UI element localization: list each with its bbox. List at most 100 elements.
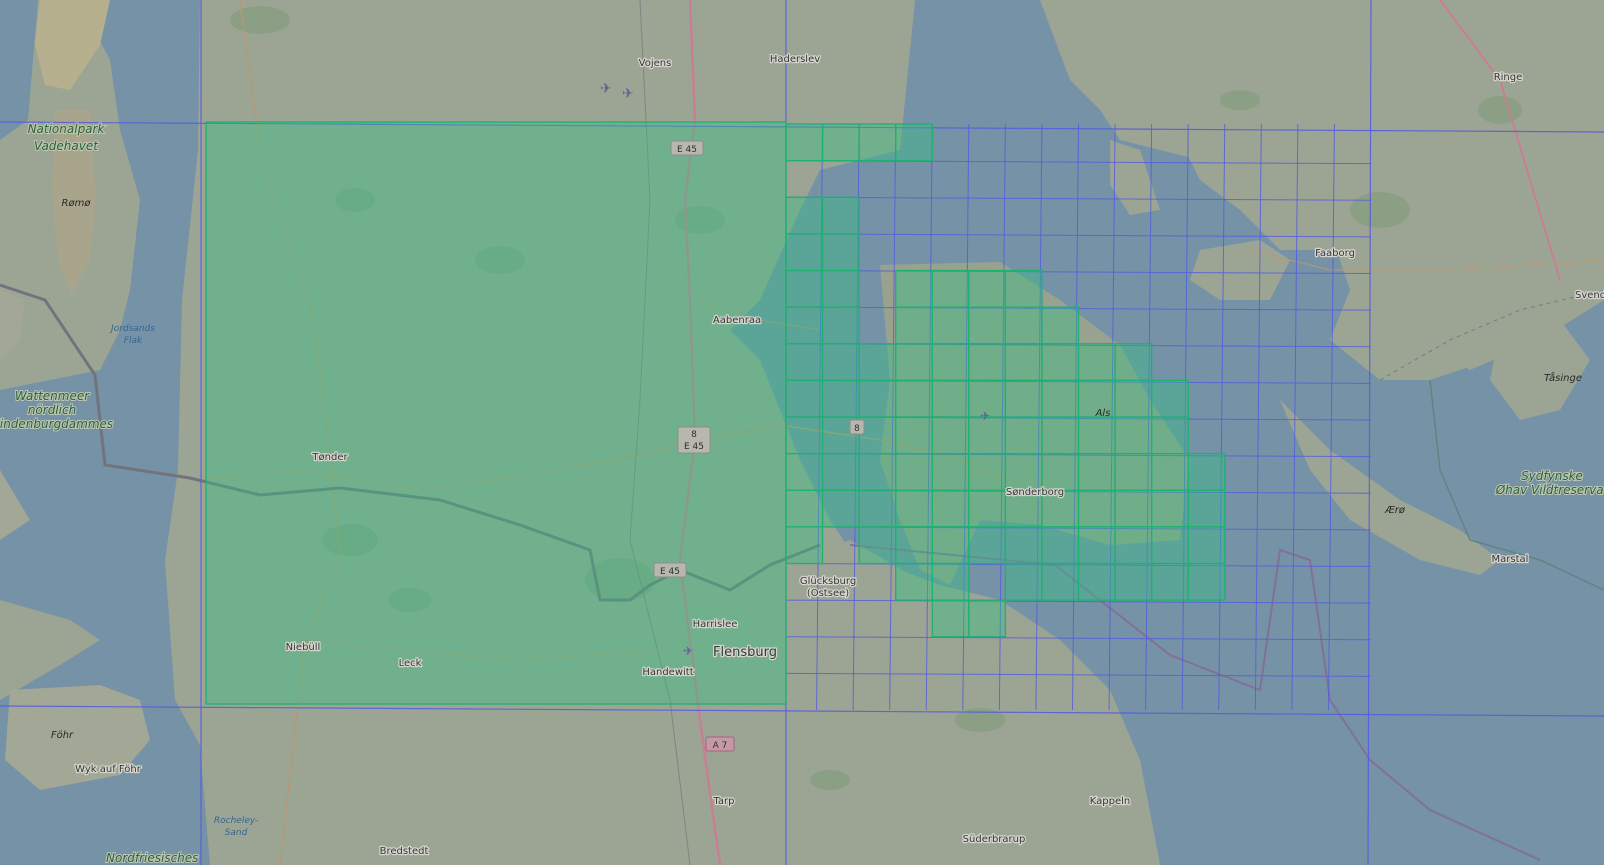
road-shield-e45: E 45 (653, 562, 687, 578)
water-label-rocheley: Sand (225, 828, 248, 838)
area-label-wattenmeer: Hindenburgdammes (0, 417, 113, 431)
place-label-suderbrarup[interactable]: Süderbrarup (961, 833, 1026, 847)
area-label-sydfynske: Øhav Vildtreservat (1495, 483, 1604, 497)
coverage-tile (821, 123, 860, 162)
coverage-tile (895, 123, 933, 162)
place-label-romo[interactable]: Rømø (62, 198, 92, 209)
coverage-tile (785, 489, 824, 528)
coverage-tile (1114, 452, 1153, 491)
coverage-tile (858, 379, 897, 418)
coverage-tile (821, 379, 860, 418)
place-label-bredstedt[interactable]: Bredstedt (378, 845, 429, 859)
coverage-tile (895, 562, 933, 601)
place-label-aero[interactable]: Ærø (1384, 505, 1406, 516)
coverage-tile (1150, 452, 1189, 491)
coverage-tile (1041, 306, 1080, 345)
coverage-tile (1150, 562, 1189, 601)
coverage-tile (1004, 526, 1043, 565)
coverage-tile (1114, 526, 1153, 565)
place-label-wyk[interactable]: Wyk auf Föhr (74, 763, 143, 777)
airport-icon: ✈ (622, 86, 634, 102)
coverage-tile (1077, 526, 1116, 565)
place-label-vojens[interactable]: Vojens (637, 57, 672, 71)
road-shield-label: 8 (691, 430, 697, 440)
road-shield-label: A 7 (713, 741, 728, 751)
coverage-tile (931, 452, 970, 491)
coverage-tile (1187, 489, 1226, 528)
place-label-marstal[interactable]: Marstal (1490, 553, 1529, 567)
road-shield-label: 8 (854, 424, 860, 434)
coverage-tile (1004, 379, 1043, 418)
water-label-rocheley: Rocheley- (214, 816, 258, 826)
airport-icon: ✈ (980, 409, 990, 423)
coverage-tile (931, 489, 970, 528)
coverage-tile (1077, 416, 1116, 455)
coverage-tile (821, 233, 860, 272)
coverage-tile (968, 599, 1007, 638)
place-label-ringe[interactable]: Ringe (1492, 71, 1523, 85)
place-label-tasinge[interactable]: Tåsinge (1544, 371, 1582, 384)
area-label-nordfriesisches: Nordfriesisches (106, 851, 198, 865)
road-shield-8-e45: 8 E 45 (677, 426, 711, 454)
coverage-tile (821, 269, 860, 308)
coverage-tile (1114, 562, 1153, 601)
place-label-fohr[interactable]: Föhr (51, 730, 74, 741)
coverage-tile (1187, 526, 1226, 565)
place-label-leck[interactable]: Leck (397, 657, 423, 671)
place-label-kappeln[interactable]: Kappeln (1089, 795, 1132, 809)
coverage-tile (785, 526, 824, 565)
coverage-tile (1114, 343, 1153, 382)
coverage-tile (968, 306, 1007, 345)
place-label-aabenraa[interactable]: Aabenraa (712, 314, 763, 328)
coverage-tile (821, 306, 860, 345)
coverage-tile (895, 416, 933, 455)
place-label-glucksburg[interactable]: Glücksburg (799, 575, 858, 589)
road-shield-a7: A 7 (705, 736, 735, 752)
area-label-sydfynske: Sydfynske (1521, 469, 1583, 483)
place-label-tonder[interactable]: Tønder (310, 451, 350, 465)
place-label-als[interactable]: Als (1095, 408, 1111, 419)
place-label-handewitt[interactable]: Handewitt (641, 666, 695, 680)
coverage-tile (785, 123, 824, 162)
place-label-harrislee[interactable]: Harrislee (691, 618, 738, 632)
coverage-tile (895, 526, 933, 565)
coverage-tile (1077, 489, 1116, 528)
coverage-tile (785, 196, 824, 235)
coverage-tile (1041, 562, 1080, 601)
coverage-tile (1187, 562, 1226, 601)
place-label-flensburg[interactable]: Flensburg (712, 644, 778, 662)
place-label-glucksburg-sub[interactable]: (Ostsee) (806, 587, 851, 601)
coverage-tile (931, 562, 970, 601)
place-label-sonderborg[interactable]: Sønderborg (1005, 486, 1066, 500)
road-shield-e45: E 45 (670, 140, 704, 156)
coverage-tile (1041, 452, 1080, 491)
place-label-svendborg[interactable]: Svend (1574, 289, 1604, 303)
place-label-faaborg[interactable]: Faaborg (1314, 247, 1356, 261)
coverage-tile (895, 343, 933, 382)
map-canvas[interactable]: ✈ ✈ ✈ ✈ E 45 8 E 45 E 45 8 A 7 Vojens Ha… (0, 0, 1604, 865)
coverage-tile (1004, 562, 1043, 601)
coverage-tile (1114, 416, 1153, 455)
coverage-tile (1114, 489, 1153, 528)
coverage-tile (968, 343, 1007, 382)
road-shield-8: 8 (849, 419, 865, 435)
coverage-tile (931, 416, 970, 455)
coverage-tile (205, 121, 787, 705)
place-label-tarp[interactable]: Tarp (711, 795, 736, 809)
place-label-haderslev[interactable]: Haderslev (769, 53, 822, 67)
coverage-tile (1077, 562, 1116, 601)
coverage-tile (895, 379, 933, 418)
coverage-tile (785, 416, 824, 455)
coverage-tile (1004, 343, 1043, 382)
coverage-tile (1041, 526, 1080, 565)
airport-icon: ✈ (600, 81, 612, 97)
airport-icon: ✈ (683, 644, 693, 658)
coverage-tile (968, 526, 1007, 565)
coverage-tile (968, 489, 1007, 528)
coverage-tile (1077, 343, 1116, 382)
area-label-nationalpark: Vadehavet (34, 139, 99, 153)
coverage-tile (785, 343, 824, 382)
coverage-tile (858, 489, 897, 528)
coverage-tile (858, 343, 897, 382)
place-label-niebull[interactable]: Niebüll (284, 641, 321, 655)
